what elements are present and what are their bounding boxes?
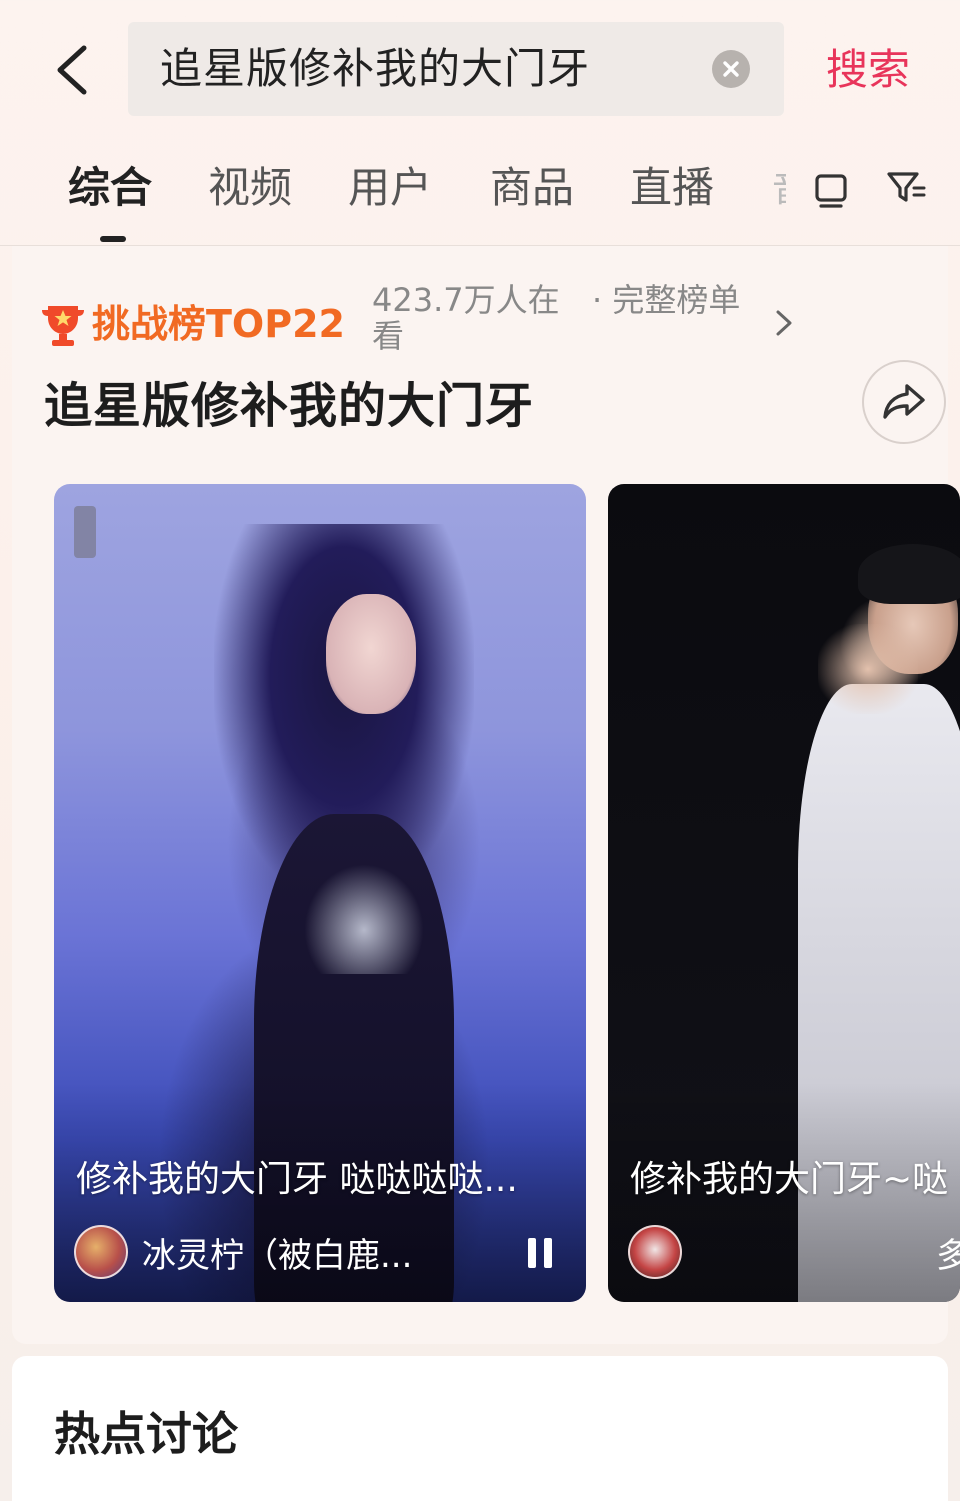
search-box[interactable]: 追星版修补我的大门牙 bbox=[128, 22, 784, 116]
challenge-title: 追星版修补我的大门牙 bbox=[44, 378, 535, 434]
back-button[interactable] bbox=[40, 30, 104, 110]
avatar[interactable] bbox=[628, 1225, 682, 1279]
tab-music-partial[interactable]: 音 bbox=[772, 170, 786, 210]
pause-icon[interactable] bbox=[524, 1236, 556, 1270]
video-author[interactable] bbox=[628, 1222, 682, 1282]
close-icon bbox=[723, 61, 739, 77]
share-icon bbox=[883, 384, 925, 419]
author-name-partial[interactable]: 多 bbox=[936, 1228, 960, 1277]
search-button[interactable]: 搜索 bbox=[826, 30, 910, 110]
clear-search-button[interactable] bbox=[712, 50, 750, 88]
search-input[interactable]: 追星版修补我的大门牙 bbox=[160, 22, 590, 116]
challenge-rank-label: 挑战榜TOP22 bbox=[92, 302, 345, 346]
avatar[interactable] bbox=[74, 1225, 128, 1279]
filter-icon[interactable] bbox=[884, 166, 928, 210]
full-list-link[interactable]: · 完整榜单 bbox=[592, 282, 742, 318]
section-title: 热点讨论 bbox=[54, 1407, 238, 1461]
video-card[interactable]: 修补我的大门牙~哒 多 bbox=[608, 484, 960, 1302]
trophy-icon bbox=[42, 306, 84, 346]
tab-users[interactable]: 用户 bbox=[348, 158, 432, 218]
video-thumbnail-costume bbox=[304, 864, 424, 974]
viewer-count: 423.7万人在看 bbox=[372, 281, 560, 355]
video-title: 修补我的大门牙~哒 bbox=[630, 1159, 949, 1200]
chevron-left-icon bbox=[57, 45, 87, 95]
chevron-right-icon[interactable] bbox=[772, 306, 796, 340]
tab-products[interactable]: 商品 bbox=[490, 158, 574, 218]
hot-topics-card: 热点讨论 bbox=[12, 1356, 948, 1501]
challenge-card[interactable]: 挑战榜TOP22 423.7万人在看 · 完整榜单 追星版修补我的大门牙 修补我… bbox=[12, 246, 960, 1344]
video-thumbnail-hair bbox=[858, 544, 960, 604]
search-tabs: 综合 视频 用户 商品 直播 音 bbox=[0, 140, 960, 246]
tab-live[interactable]: 直播 bbox=[630, 158, 714, 218]
video-badge bbox=[74, 506, 96, 558]
video-thumbnail-hands bbox=[818, 624, 918, 714]
active-tab-indicator bbox=[100, 236, 126, 242]
share-button[interactable] bbox=[862, 360, 946, 444]
layout-toggle-icon[interactable] bbox=[812, 168, 850, 210]
video-author[interactable]: 冰灵柠（被白鹿... bbox=[74, 1222, 472, 1282]
video-card[interactable]: 修补我的大门牙 哒哒哒哒... 冰灵柠（被白鹿... bbox=[54, 484, 586, 1302]
author-name[interactable]: 冰灵柠（被白鹿... bbox=[142, 1228, 472, 1277]
video-thumbnail-face bbox=[326, 594, 416, 714]
top-bar: 追星版修补我的大门牙 搜索 bbox=[0, 0, 960, 140]
video-title: 修补我的大门牙 哒哒哒哒... bbox=[76, 1159, 518, 1200]
tab-comprehensive[interactable]: 综合 bbox=[68, 158, 152, 218]
tab-video[interactable]: 视频 bbox=[208, 158, 292, 218]
